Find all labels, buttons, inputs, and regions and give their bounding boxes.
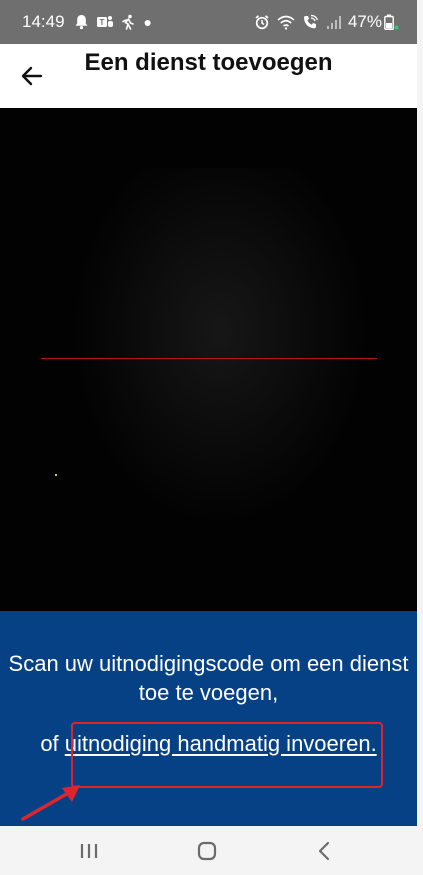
status-right: 47% bbox=[247, 12, 399, 32]
activity-runner-icon bbox=[121, 14, 135, 30]
camera-viewfinder[interactable] bbox=[0, 108, 417, 611]
manual-entry-prefix: of bbox=[40, 731, 59, 756]
privacy-indicator-dot bbox=[394, 25, 399, 30]
battery-icon bbox=[384, 14, 399, 30]
app-header: Een dienst toevoegen bbox=[0, 44, 417, 108]
camera-speck bbox=[55, 474, 57, 476]
recent-apps-icon bbox=[80, 844, 98, 858]
camera-feed bbox=[70, 168, 370, 528]
status-time: 14:49 bbox=[22, 12, 65, 31]
instruction-panel: Scan uw uitnodigingscode om een dienst t… bbox=[0, 611, 417, 826]
annotation-arrow-icon bbox=[21, 785, 80, 821]
screen-edge bbox=[417, 0, 423, 875]
page-title: Een dienst toevoegen bbox=[84, 49, 333, 76]
recent-apps-button[interactable] bbox=[69, 838, 109, 864]
scan-line bbox=[41, 358, 377, 359]
screen: 14:49 T ● 47% Een dienst toevoegen Scan … bbox=[0, 0, 417, 875]
alarm-icon bbox=[254, 14, 270, 30]
svg-text:T: T bbox=[99, 18, 104, 27]
navigation-bar bbox=[0, 826, 417, 875]
battery-percent: 47% bbox=[347, 12, 382, 31]
home-button[interactable] bbox=[187, 838, 227, 864]
wifi-icon bbox=[277, 15, 295, 30]
status-left: 14:49 T ● bbox=[22, 12, 152, 32]
wifi-call-icon bbox=[302, 14, 319, 30]
system-back-button[interactable] bbox=[304, 838, 344, 864]
back-button[interactable] bbox=[16, 62, 48, 90]
scan-instruction-text: Scan uw uitnodigingscode om een dienst t… bbox=[8, 651, 409, 705]
manual-entry-line: of uitnodiging handmatig invoeren. bbox=[0, 729, 417, 758]
status-bar: 14:49 T ● 47% bbox=[0, 0, 417, 44]
arrow-left-icon bbox=[21, 66, 43, 86]
teams-icon: T bbox=[96, 14, 114, 30]
more-notifications-dot: ● bbox=[143, 14, 153, 30]
home-icon bbox=[197, 841, 217, 861]
back-chevron-icon bbox=[318, 841, 330, 861]
notification-bell-icon bbox=[74, 14, 89, 30]
signal-icon bbox=[326, 15, 342, 30]
manual-entry-link[interactable]: uitnodiging handmatig invoeren. bbox=[65, 731, 377, 756]
